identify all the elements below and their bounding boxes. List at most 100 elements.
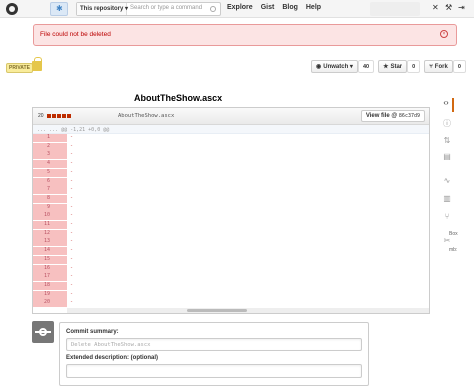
diff-line: 19 - — [33, 290, 429, 299]
deleted-line-code: - — [67, 281, 429, 290]
summary-label: Commit summary: — [66, 329, 119, 335]
old-line-number[interactable]: 18 — [33, 281, 53, 290]
search-icon — [210, 6, 216, 12]
commit-description-input[interactable] — [66, 364, 362, 378]
old-line-number[interactable]: 10 — [33, 212, 53, 221]
new-line-number — [53, 212, 67, 221]
settings-icon[interactable]: ⚒ — [445, 3, 452, 12]
nav-help[interactable]: Help — [306, 4, 321, 11]
deleted-line-code: - — [67, 134, 429, 142]
new-line-number — [53, 134, 67, 142]
deleted-line-code: - — [67, 151, 429, 160]
scrollbar-thumb[interactable] — [187, 309, 247, 312]
new-line-number — [53, 255, 67, 264]
old-line-number[interactable]: 1 — [33, 134, 53, 142]
old-line-number[interactable]: 19 — [33, 290, 53, 299]
nav-explore[interactable]: Explore — [227, 4, 253, 11]
unwatch-button[interactable]: ◉ Unwatch ▾ — [311, 60, 358, 73]
old-line-number[interactable]: 9 — [33, 203, 53, 212]
new-line-number — [53, 290, 67, 299]
diff-header: 20 AboutTheShow.ascx View file @ 86c37d9 — [33, 108, 429, 125]
diff-line: 11 - — [33, 221, 429, 229]
main-nav: Explore Gist Blog Help — [227, 4, 321, 11]
old-line-number[interactable]: 17 — [33, 273, 53, 282]
new-line-number — [53, 186, 67, 195]
cutoff-text: mb: — [449, 247, 458, 253]
horizontal-scrollbar[interactable] — [67, 308, 429, 313]
nav-blog[interactable]: Blog — [282, 4, 298, 11]
diff-line: 6- — [33, 177, 429, 186]
search-input[interactable]: Search or type a command — [130, 5, 202, 11]
deletion-block — [61, 114, 66, 118]
close-icon[interactable]: × — [440, 30, 448, 38]
old-line-number[interactable]: 2 — [33, 142, 53, 151]
github-logo-icon[interactable] — [6, 3, 18, 15]
old-line-number[interactable]: 11 — [33, 221, 53, 229]
top-header: ✱ This repository ▾ Search or type a com… — [0, 0, 474, 18]
deleted-line-code: - — [67, 299, 429, 308]
deleted-line-code: - — [67, 177, 429, 186]
new-line-number — [53, 151, 67, 160]
star-label: Star — [390, 63, 403, 70]
new-line-number — [53, 273, 67, 282]
private-badge: PRIVATE — [6, 63, 33, 73]
watch-count[interactable]: 40 — [357, 60, 375, 73]
old-line-number[interactable]: 20 — [33, 299, 53, 308]
code-icon[interactable]: ‹› — [440, 98, 454, 112]
cutoff-text: Box — [449, 231, 458, 237]
nav-gist[interactable]: Gist — [261, 4, 275, 11]
network-icon[interactable]: ⑂ — [440, 212, 454, 226]
diff-filename: AboutTheShow.ascx — [118, 113, 175, 119]
issues-icon[interactable]: ⓘ — [440, 118, 454, 132]
pull-requests-icon[interactable]: ⇅ — [440, 136, 454, 150]
fork-count[interactable]: 0 — [452, 60, 466, 73]
diff-line: 5- — [33, 168, 429, 177]
diff-line: 15 - — [33, 255, 429, 264]
pulse-icon[interactable]: ∿ — [440, 176, 454, 190]
user-menu[interactable] — [370, 2, 420, 16]
deletion-block — [46, 114, 51, 118]
deletion-block — [66, 114, 71, 118]
graphs-icon[interactable]: ▥ — [440, 194, 454, 208]
diff-line: 1- — [33, 134, 429, 142]
old-line-number[interactable]: 6 — [33, 177, 53, 186]
old-line-number[interactable]: 3 — [33, 151, 53, 160]
new-line-number — [53, 203, 67, 212]
flash-message: File could not be deleted — [40, 31, 111, 38]
new-line-number — [53, 299, 67, 308]
diff-line: 12 - — [33, 229, 429, 238]
wiki-icon[interactable]: ▤ — [440, 152, 454, 166]
old-line-number[interactable]: 8 — [33, 194, 53, 203]
old-line-number[interactable]: 5 — [33, 168, 53, 177]
deleted-line-code: - — [67, 194, 429, 203]
deleted-line-code: - — [67, 255, 429, 264]
commit-icon — [32, 321, 54, 343]
deleted-line-code: - — [67, 221, 429, 229]
old-line-number[interactable]: 14 — [33, 247, 53, 256]
old-line-number[interactable]: 7 — [33, 186, 53, 195]
tools-icon[interactable]: ✕ — [432, 3, 439, 12]
star-count[interactable]: 0 — [407, 60, 421, 73]
old-line-number[interactable]: 13 — [33, 238, 53, 247]
new-line-number — [53, 177, 67, 186]
fork-label: Fork — [434, 63, 448, 70]
star-button[interactable]: ★ Star — [378, 60, 408, 73]
deleted-line-code: - — [67, 273, 429, 282]
fork-button[interactable]: ⑂ Fork — [424, 60, 453, 73]
logout-icon[interactable]: ⇥ — [458, 3, 465, 12]
search-box[interactable]: This repository ▾ Search or type a comma… — [76, 2, 221, 16]
old-line-number[interactable]: 16 — [33, 264, 53, 273]
diff-line: 16 - — [33, 264, 429, 273]
old-line-number[interactable]: 12 — [33, 229, 53, 238]
commit-summary-input[interactable]: Delete AboutTheShow.ascx — [66, 338, 362, 351]
view-file-button[interactable]: View file @ 86c37d9 — [360, 110, 425, 122]
deleted-line-code: - — [67, 142, 429, 151]
diff-view: 20 AboutTheShow.ascx View file @ 86c37d9… — [32, 107, 430, 314]
deletion-block — [51, 114, 56, 118]
notifications-button[interactable]: ✱ — [50, 2, 68, 16]
file-title: AboutTheShow.ascx — [134, 93, 223, 103]
diff-line: 7- — [33, 186, 429, 195]
old-line-number[interactable]: 15 — [33, 255, 53, 264]
search-scope-dropdown[interactable]: This repository ▾ — [77, 3, 128, 15]
old-line-number[interactable]: 4 — [33, 160, 53, 169]
